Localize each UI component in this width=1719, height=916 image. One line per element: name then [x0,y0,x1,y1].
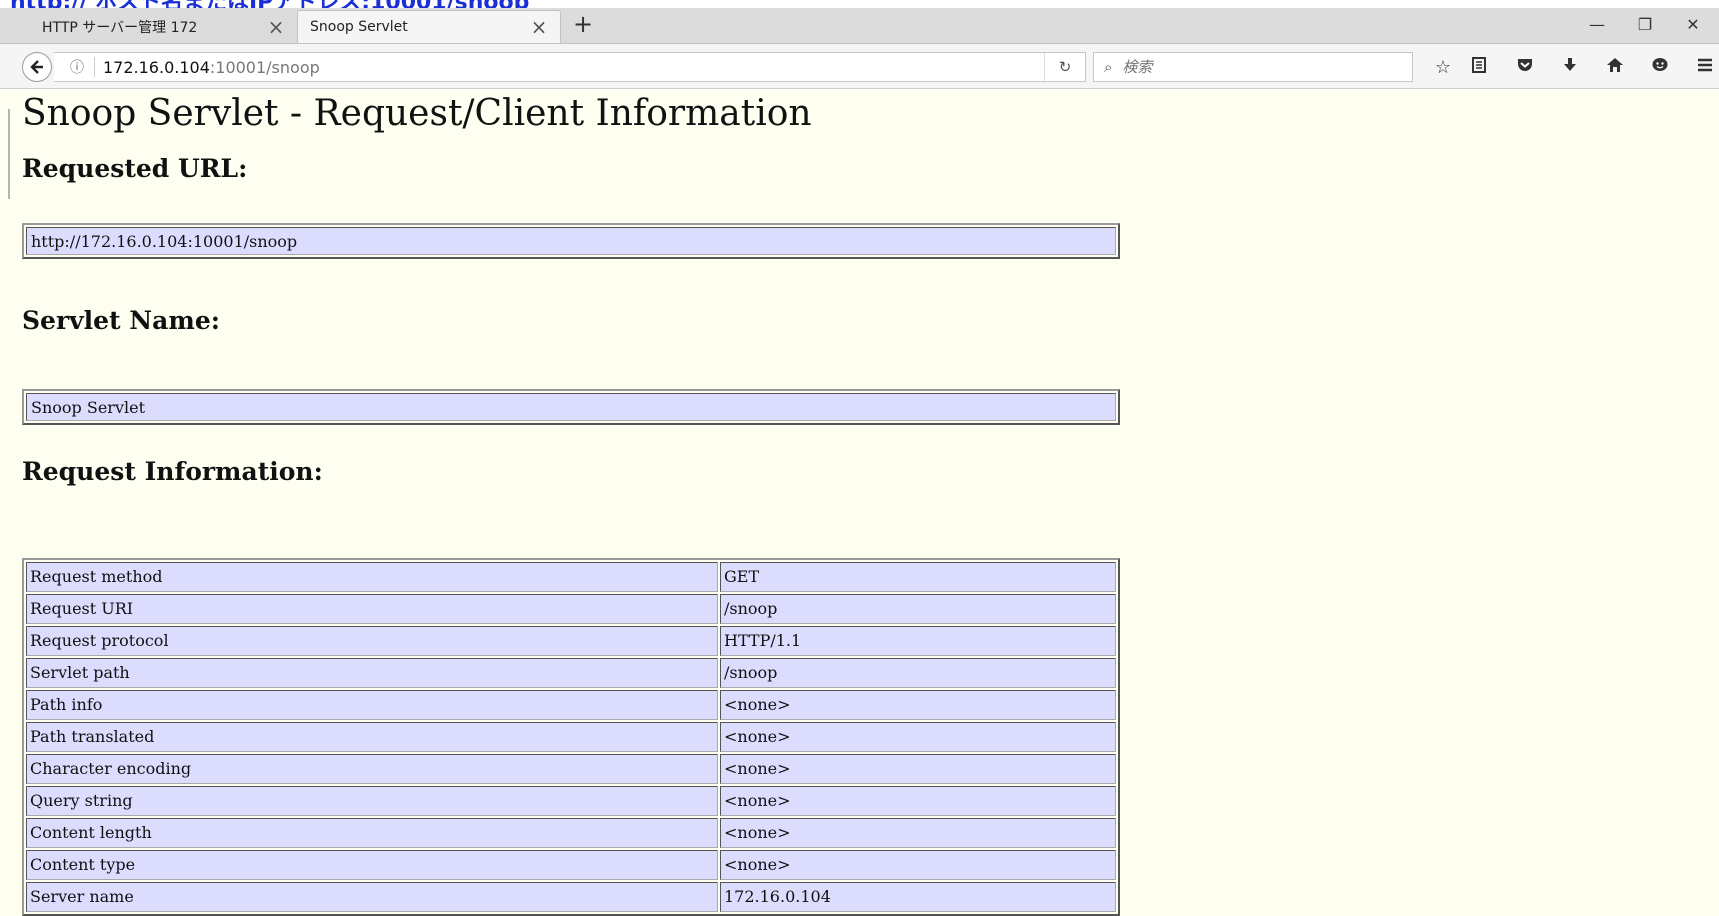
requested-url-value: http://172.16.0.104:10001/snoop [26,227,1116,255]
tab-close-icon[interactable]: × [265,17,287,37]
requested-url-box: http://172.16.0.104:10001/snoop [22,223,1120,259]
caption-text: http:// ホスト名またはIPアドレス:10001/snoop [10,0,529,8]
restore-button[interactable]: ❐ [1621,8,1669,42]
servlet-name-value: Snoop Servlet [26,393,1116,421]
row-key: Content type [26,850,718,880]
row-value: 172.16.0.104 [720,882,1116,912]
back-arrow-icon [30,60,43,74]
table-row: Content length <none> [26,818,1116,848]
table-row: Server name 172.16.0.104 [26,882,1116,912]
row-key: Content length [26,818,718,848]
tab-snoop-servlet[interactable]: Snoop Servlet × [297,10,561,43]
site-info-icon[interactable]: ⓘ [64,57,90,77]
table-row: Request URI/snoop [26,594,1116,624]
url-host: 172.16.0.104 [103,57,210,77]
home-icon[interactable] [1600,56,1630,80]
back-button[interactable] [22,52,52,82]
pocket-icon[interactable] [1510,56,1540,80]
requested-url-heading: Requested URL: [22,154,248,183]
chat-icon[interactable] [1645,56,1675,80]
page-content: Snoop Servlet - Request/Client Informati… [0,89,1719,916]
star-icon[interactable]: ☆ [1428,56,1458,80]
close-window-button[interactable]: ✕ [1669,8,1717,42]
row-key: Servlet path [26,658,718,688]
caption-strip: http:// ホスト名またはIPアドレス:10001/snoop [0,0,1719,8]
row-key: Path translated [26,722,718,752]
row-value: /snoop [720,658,1116,688]
servlet-name-box: Snoop Servlet [22,389,1120,425]
row-value: <none> [720,850,1116,880]
row-key: Request protocol [26,626,718,656]
row-value: <none> [720,690,1116,720]
row-value: <none> [720,754,1116,784]
search-bar[interactable]: ⌕ [1093,52,1413,82]
row-value: <none> [720,818,1116,848]
table-row: Request method GET [26,562,1116,592]
row-value: <none> [720,786,1116,816]
navigation-bar: ⓘ 172.16.0.104:10001/snoop ↻ ⌕ ☆ [0,44,1719,89]
left-edge-line [8,109,10,199]
reading-list-icon[interactable] [1464,56,1494,80]
row-key: Request method [26,562,718,592]
table-row: Servlet path/snoop [26,658,1116,688]
row-value: /snoop [720,594,1116,624]
divider [94,57,95,77]
minimize-button[interactable]: — [1573,8,1621,42]
url-bar[interactable]: ⓘ 172.16.0.104:10001/snoop ↻ [54,52,1086,82]
table-row: Content type <none> [26,850,1116,880]
table-row: Query string <none> [26,786,1116,816]
search-icon: ⌕ [1104,58,1113,76]
tab-label: Snoop Servlet [310,19,408,35]
row-key: Query string [26,786,718,816]
row-key: Path info [26,690,718,720]
table-row: Path info <none> [26,690,1116,720]
tab-strip: HTTP サーバー管理 172 × Snoop Servlet × [0,8,1719,44]
request-info-table: Request method GET Request URI/snoop Reques… [22,558,1120,916]
tab-label: HTTP サーバー管理 172 [42,19,198,36]
download-icon[interactable] [1555,56,1585,80]
row-key: Server name [26,882,718,912]
reload-icon[interactable]: ↻ [1044,53,1085,81]
row-key: Request URI [26,594,718,624]
url-path: :10001/snoop [209,57,320,77]
menu-icon[interactable] [1690,56,1719,80]
search-input[interactable] [1120,57,1385,77]
page-title: Snoop Servlet - Request/Client Informati… [22,93,812,134]
table-row: Request protocol HTTP/1.1 [26,626,1116,656]
row-value: <none> [720,722,1116,752]
new-tab-button[interactable]: + [573,8,593,41]
row-value: GET [720,562,1116,592]
table-row: Path translated <none> [26,722,1116,752]
row-key: Character encoding [26,754,718,784]
tab-http-server-admin[interactable]: HTTP サーバー管理 172 × [24,10,297,43]
table-row: Character encoding <none> [26,754,1116,784]
servlet-name-heading: Servlet Name: [22,306,220,335]
request-info-heading: Request Information: [22,457,323,486]
row-value: HTTP/1.1 [720,626,1116,656]
tab-close-icon[interactable]: × [528,17,550,37]
